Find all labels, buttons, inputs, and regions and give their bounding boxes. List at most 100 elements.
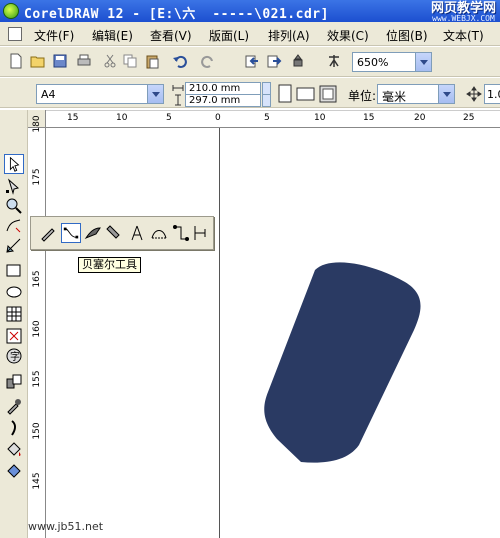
menu-file[interactable]: 文件(F) — [34, 27, 74, 44]
svg-text:字: 字 — [10, 350, 20, 363]
pen-tool-icon[interactable] — [105, 223, 125, 243]
ruler-h-label: 10 — [314, 113, 326, 123]
outline-tool-icon[interactable] — [4, 418, 24, 438]
curve-tools-flyout — [30, 216, 214, 250]
paper-width-value: 210.0 mm — [189, 83, 241, 94]
horizontal-ruler[interactable]: 15 10 5 0 5 10 15 20 25 — [28, 110, 500, 128]
menu-arrange[interactable]: 排列(A) — [268, 27, 310, 44]
zoom-level-select[interactable]: 650% — [352, 52, 432, 72]
open-icon[interactable] — [30, 53, 46, 69]
ruler-v-label: 160 — [32, 320, 42, 338]
ruler-h-label: 15 — [363, 113, 375, 123]
eyedropper-tool-icon[interactable] — [4, 396, 24, 416]
freehand-tool-icon[interactable] — [39, 223, 59, 243]
drawing-svg — [264, 262, 421, 463]
ruler-v-label: 180 — [32, 115, 42, 133]
interactive-fill-tool-icon[interactable] — [4, 462, 24, 482]
zoom-tool-icon[interactable] — [4, 196, 24, 216]
redo-icon[interactable] — [200, 53, 216, 69]
menu-layout[interactable]: 版面(L) — [209, 27, 249, 44]
portrait-icon[interactable] — [276, 84, 294, 104]
basic-shapes-tool-icon[interactable] — [4, 326, 24, 346]
page-border-line — [219, 128, 220, 538]
text-tool-icon[interactable]: 字 — [4, 346, 24, 366]
title-bar: CorelDRAW 12 - [E:\六 -----\021.cdr] 网页教学… — [0, 0, 500, 23]
height-spinner-icon[interactable] — [262, 94, 271, 107]
dimension-tool-icon[interactable] — [191, 223, 211, 243]
nudge-offset-value: 1.0 — [487, 88, 500, 101]
menu-bar: 文件(F) 编辑(E) 查看(V) 版面(L) 排列(A) 效果(C) 位图(B… — [0, 22, 500, 46]
print-icon[interactable] — [76, 53, 92, 69]
artistic-media-tool-icon[interactable] — [83, 223, 103, 243]
shape-tool-icon[interactable] — [4, 176, 24, 196]
toolbox: 字 — [0, 110, 28, 538]
ruler-v-label: 165 — [32, 270, 42, 288]
import-icon[interactable] — [244, 53, 260, 69]
ruler-v-label: 150 — [32, 422, 42, 440]
ruler-h-label: 25 — [463, 113, 475, 123]
paper-type-value: A4 — [41, 88, 56, 101]
interactive-connector-tool-icon[interactable] — [171, 223, 191, 243]
drawing-canvas[interactable] — [47, 128, 500, 538]
ruler-h-label: 10 — [116, 113, 128, 123]
export-icon[interactable] — [266, 53, 282, 69]
ruler-h-label: 5 — [264, 113, 270, 123]
paper-height-field[interactable]: 297.0 mm — [185, 94, 261, 107]
paper-height-value: 297.0 mm — [189, 95, 241, 106]
ellipse-tool-icon[interactable] — [4, 282, 24, 302]
ruler-h-label: 0 — [215, 113, 221, 123]
interactive-blend-tool-icon[interactable] — [4, 372, 24, 392]
menu-view[interactable]: 查看(V) — [150, 27, 192, 44]
width-icon — [172, 85, 184, 91]
undo-icon[interactable] — [172, 53, 188, 69]
page-layout-icon[interactable] — [318, 84, 338, 104]
zoom-dropdown-arrow-icon[interactable] — [415, 53, 431, 71]
site-watermark: 网页教学网 www.WEBJX.COM — [431, 2, 496, 23]
3-point-curve-tool-icon[interactable] — [149, 223, 169, 243]
fill-tool-icon[interactable] — [4, 440, 24, 460]
pick-tool-icon[interactable] — [4, 154, 24, 174]
dark-blue-shape[interactable] — [264, 262, 421, 463]
ruler-h-label: 20 — [414, 113, 426, 123]
new-document-icon[interactable] — [8, 53, 24, 69]
nudge-offset-field[interactable]: 1.0 — [484, 84, 500, 104]
ruler-v-label: 145 — [32, 472, 42, 490]
rectangle-tool-icon[interactable] — [4, 260, 24, 280]
application-launcher-icon[interactable] — [290, 53, 306, 69]
menu-edit[interactable]: 编辑(E) — [92, 27, 133, 44]
menu-effects[interactable]: 效果(C) — [327, 27, 369, 44]
units-value: 毫米 — [382, 90, 407, 104]
footer-watermark: www.jb51.net — [28, 520, 104, 533]
zoom-value: 650% — [357, 56, 389, 69]
property-bar: A4 210.0 mm 297.0 mm 单位: 毫米 1.0 — [0, 78, 500, 108]
paper-type-dropdown-arrow-icon[interactable] — [147, 85, 163, 103]
ruler-h-label: 5 — [166, 113, 172, 123]
nudge-offset-icon — [466, 86, 482, 102]
coreldraw-app-icon[interactable] — [3, 3, 19, 19]
smart-tool-icon[interactable] — [4, 236, 24, 256]
cut-icon[interactable] — [102, 53, 118, 69]
units-dropdown-arrow-icon[interactable] — [438, 85, 454, 103]
ruler-h-label: 15 — [67, 113, 79, 123]
menu-text[interactable]: 文本(T) — [443, 27, 484, 44]
paste-icon[interactable] — [144, 53, 160, 69]
landscape-icon[interactable] — [296, 86, 316, 102]
copy-icon[interactable] — [122, 53, 138, 69]
height-icon — [175, 94, 181, 106]
polyline-tool-icon[interactable] — [127, 223, 147, 243]
ruler-v-label: 175 — [32, 168, 42, 186]
window-title: CorelDRAW 12 - [E:\六 -----\021.cdr] — [24, 7, 329, 22]
ruler-v-label: 155 — [32, 370, 42, 388]
polygon-tool-icon[interactable] — [4, 304, 24, 324]
unit-label: 单位: — [348, 89, 377, 103]
save-icon[interactable] — [52, 53, 68, 69]
curve-tool-icon[interactable] — [4, 216, 24, 236]
units-select[interactable]: 毫米 — [377, 84, 455, 104]
paper-type-select[interactable]: A4 — [36, 84, 164, 104]
menu-bitmaps[interactable]: 位图(B) — [386, 27, 428, 44]
bezier-tool-icon[interactable] — [61, 223, 81, 243]
standard-toolbar: 650% — [0, 47, 500, 77]
corel-online-icon[interactable] — [326, 53, 342, 69]
document-icon[interactable] — [8, 27, 22, 41]
vertical-ruler[interactable]: 180175170165160155150145 — [28, 115, 46, 538]
